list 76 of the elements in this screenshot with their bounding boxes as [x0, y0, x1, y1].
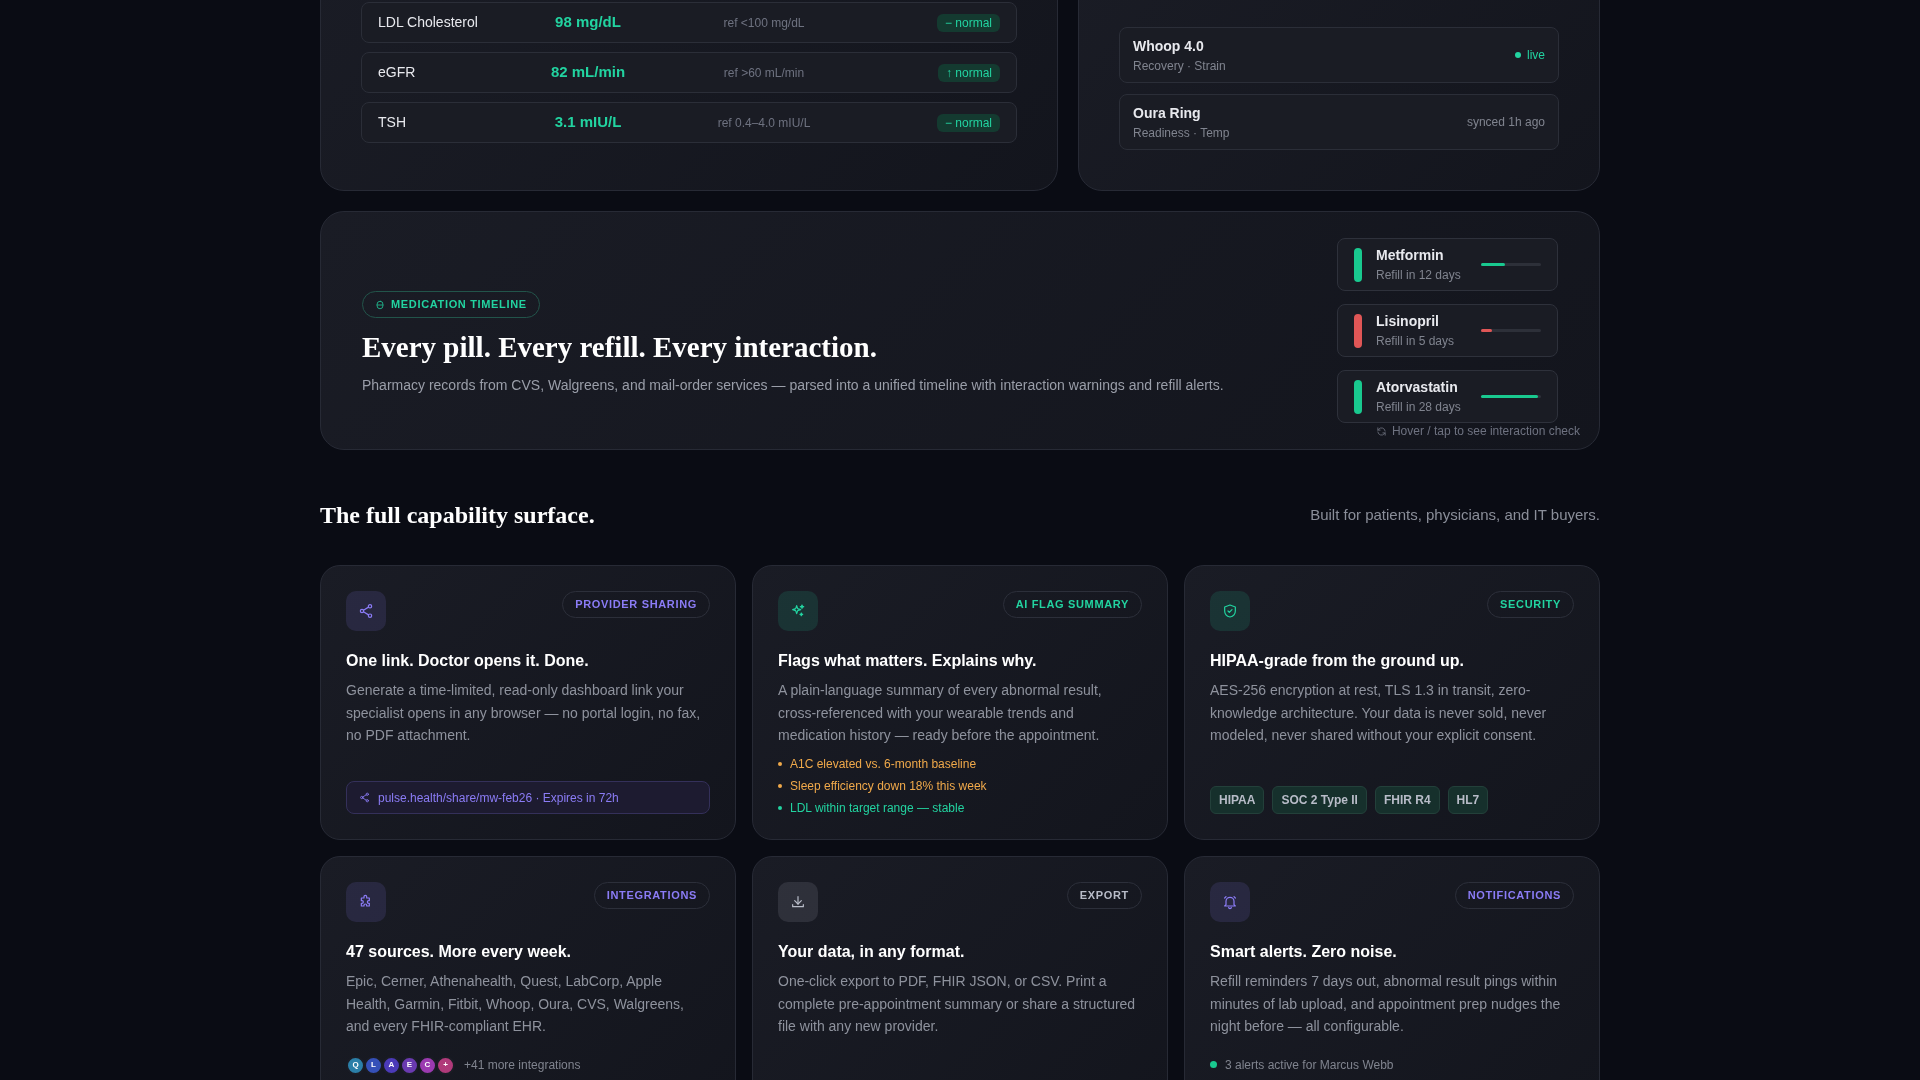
refill-progress [1481, 395, 1541, 398]
flag-item: LDL within target range — stable [790, 800, 965, 817]
compliance-tag: SOC 2 Type II [1272, 786, 1367, 814]
device-card[interactable]: Oura Ring Readiness · Temp synced 1h ago [1119, 94, 1559, 150]
share-link[interactable]: pulse.health/share/mw-feb26 · Expires in 72h [346, 781, 710, 814]
share-icon [358, 603, 374, 619]
reference-range: ref >60 mL/min [722, 64, 806, 82]
device-metrics: Readiness · Temp [1133, 124, 1230, 142]
lab-row[interactable]: LDL Cholesterol 98 mg/dL ref <100 mg/dL − normal [361, 2, 1017, 43]
refresh-icon [1375, 425, 1387, 437]
refill-progress [1481, 263, 1541, 266]
card-description: Generate a time-limited, read-only dashboard link your specialist opens in any browser — no portal login, no fax, no PDF attachment. [346, 681, 702, 745]
section-heading: The full capability surface. [320, 500, 595, 530]
compliance-tag: HL7 [1447, 786, 1489, 814]
more-integrations: +41 more integrations [464, 1057, 581, 1074]
card-title: Flags what matters. Explains why. [778, 651, 1038, 671]
flag-item: A1C elevated vs. 6-month baseline [790, 756, 977, 773]
source-avatar: C [418, 1055, 437, 1075]
card-title: HIPAA-grade from the ground up. [1210, 651, 1465, 671]
hint-text: Hover / tap to see interaction check [1391, 423, 1580, 440]
device-metrics: Recovery · Strain [1133, 57, 1226, 75]
medication-card[interactable]: Atorvastatin Refill in 28 days [1337, 370, 1558, 423]
bell-icon [1222, 894, 1238, 910]
share-icon [359, 792, 370, 803]
card-description: One-click export to PDF, FHIR JSON, or CSV. Print a complete pre-appointment summary or share a structured file with any new provider. [778, 972, 1137, 1036]
compliance-tag: HIPAA [1210, 786, 1265, 814]
medication-card[interactable]: Lisinopril Refill in 5 days [1337, 304, 1558, 357]
medication-name: Atorvastatin [1376, 378, 1459, 397]
lab-row[interactable]: eGFR 82 mL/min ref >60 mL/min ↑ normal [361, 52, 1017, 93]
section-description: Pharmacy records from CVS, Walgreens, and mail-order services — parsed into a unified timeline with interaction warnings and refill alerts. [362, 375, 1224, 395]
device-card[interactable]: Whoop 4.0 Recovery · Strain live [1119, 27, 1559, 83]
lab-name: TSH [378, 113, 407, 132]
lab-value: 98 mg/dL [554, 12, 622, 33]
status-badge: − normal [936, 14, 1000, 32]
lab-name: LDL Cholesterol [378, 13, 479, 32]
reference-range: ref 0.4–4.0 mIU/L [716, 114, 812, 132]
sync-status: synced 1h ago [1466, 114, 1545, 131]
alert-status: 3 alerts active for Marcus Webb [1225, 1056, 1394, 1074]
card-description: AES-256 encryption at rest, TLS 1.3 in transit, zero-knowledge architecture. Your data is never sold, never modeled, never shared without your explicit consent. [1210, 681, 1548, 745]
lab-name: eGFR [378, 63, 417, 82]
download-icon [790, 894, 806, 910]
flag-item: Sleep efficiency down 18% this week [790, 778, 987, 795]
device-name: Oura Ring [1133, 103, 1202, 123]
status-badge: − normal [936, 114, 1000, 132]
reference-range: ref <100 mg/dL [722, 14, 806, 32]
medication-name: Lisinopril [1376, 312, 1440, 331]
source-avatar: E [400, 1055, 419, 1075]
card-title: Smart alerts. Zero noise. [1210, 942, 1398, 962]
lab-row[interactable]: TSH 3.1 mIU/L ref 0.4–4.0 mIU/L − normal [361, 102, 1017, 143]
medication-name: Metformin [1376, 246, 1445, 265]
refill-date: Refill in 12 days [1376, 267, 1461, 284]
shield-icon [1222, 603, 1238, 619]
refill-date: Refill in 5 days [1376, 333, 1455, 350]
share-link-text: pulse.health/share/mw-feb26 · Expires in 72h [378, 789, 619, 807]
status-badge: ↑ normal [938, 64, 1000, 82]
pill-icon [375, 299, 385, 310]
lab-value: 82 mL/min [549, 62, 627, 83]
section-subtitle: Built for patients, physicians, and IT buyers. [1310, 504, 1600, 525]
sparkle-icon [790, 603, 806, 619]
source-avatar: A [382, 1055, 401, 1075]
source-avatar: Q [346, 1055, 365, 1075]
compliance-tag: FHIR R4 [1374, 786, 1440, 814]
lab-value: 3.1 mIU/L [553, 112, 623, 133]
device-name: Whoop 4.0 [1133, 36, 1205, 56]
sync-status: live [1527, 47, 1545, 64]
card-description: Refill reminders 7 days out, abnormal result pings within minutes of lab upload, and appointment prep nudges the night before — all configurable. [1210, 972, 1562, 1036]
card-title: Your data, in any format. [778, 942, 966, 962]
source-avatar: L [364, 1055, 383, 1075]
section-heading: Every pill. Every refill. Every interaction. [362, 329, 877, 365]
card-title: 47 sources. More every week. [346, 942, 573, 962]
source-avatar: + [436, 1055, 455, 1075]
card-description: Epic, Cerner, Athenahealth, Quest, LabCorp, Apple Health, Garmin, Fitbit, Whoop, Oura, CVS, Walgreens, and every FHIR-compliant EHR. [346, 972, 685, 1036]
refill-date: Refill in 28 days [1376, 399, 1461, 416]
card-title: One link. Doctor opens it. Done. [346, 651, 590, 671]
card-description: A plain-language summary of every abnormal result, cross-referenced with your wearable trends and medication history — ready before the appointment. [778, 681, 1103, 745]
medication-card[interactable]: Metformin Refill in 12 days [1337, 238, 1558, 291]
